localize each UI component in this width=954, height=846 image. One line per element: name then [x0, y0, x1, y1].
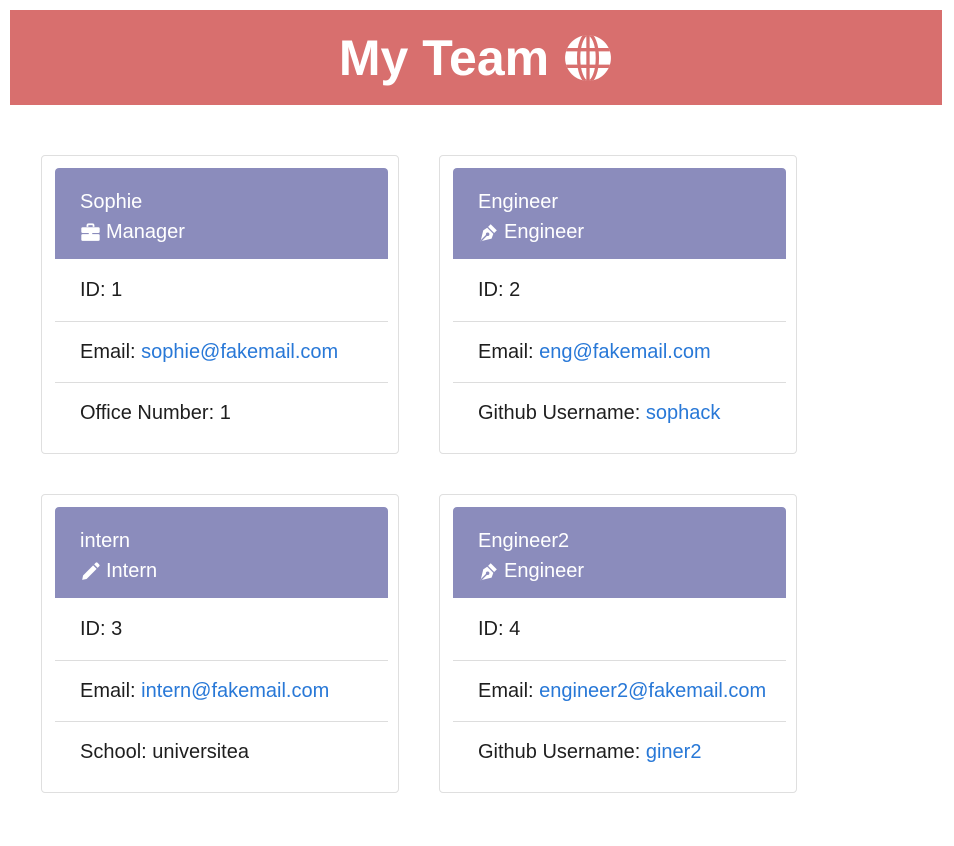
- card-header: Sophie Manager: [55, 168, 388, 259]
- github-label: Github Username:: [478, 740, 646, 763]
- employee-name: Engineer2: [478, 530, 570, 552]
- github-row: Github Username: sophack: [453, 382, 786, 443]
- email-label: Email:: [80, 679, 142, 702]
- id-value: 4: [509, 618, 521, 640]
- email-link[interactable]: eng@fakemail.com: [539, 341, 710, 364]
- school-value: universitea: [152, 740, 249, 763]
- email-label: Email:: [478, 679, 540, 702]
- employee-card-engineer: Engineer Engineer ID: 2 Email: eng@fakem…: [439, 155, 797, 454]
- id-label: ID:: [80, 618, 112, 640]
- id-label: ID:: [80, 279, 112, 301]
- email-link[interactable]: intern@fakemail.com: [141, 680, 329, 703]
- email-row: Email: intern@fakemail.com: [55, 660, 388, 721]
- email-link[interactable]: engineer2@fakemail.com: [539, 680, 766, 703]
- employee-role: Engineer: [478, 217, 786, 247]
- pencil-icon: [82, 561, 100, 580]
- pen-nib-icon: [480, 562, 497, 580]
- id-row: ID: 2: [453, 260, 786, 321]
- employee-role: Manager: [80, 217, 388, 247]
- id-value: 3: [111, 618, 123, 640]
- school-label: School:: [80, 740, 153, 763]
- pen-nib-icon: [480, 223, 497, 241]
- email-row: Email: engineer2@fakemail.com: [453, 660, 786, 721]
- school-row: School: universitea: [55, 721, 388, 782]
- employee-role: Engineer: [478, 556, 786, 586]
- email-row: Email: sophie@fakemail.com: [55, 321, 388, 382]
- email-link[interactable]: sophie@fakemail.com: [141, 341, 338, 364]
- employee-name: Engineer: [478, 191, 559, 213]
- email-row: Email: eng@fakemail.com: [453, 321, 786, 382]
- role-label: Engineer: [504, 221, 585, 243]
- office-number-label: Office Number:: [80, 401, 220, 424]
- employee-card-manager: Sophie Manager ID: 1 Email: sophie@fakem…: [41, 155, 399, 454]
- role-label: Intern: [106, 560, 158, 582]
- id-label: ID:: [478, 279, 510, 301]
- github-link[interactable]: sophack: [646, 402, 721, 425]
- globe-icon: [565, 34, 612, 81]
- card-header: intern Intern: [55, 507, 388, 598]
- employee-name: intern: [80, 530, 131, 552]
- github-link[interactable]: giner2: [646, 741, 702, 764]
- id-row: ID: 1: [55, 260, 388, 321]
- employee-card-engineer2: Engineer2 Engineer ID: 4 Email: engineer…: [439, 494, 797, 793]
- employee-card-intern: intern Intern ID: 3 Email: intern@fakema…: [41, 494, 399, 793]
- page-title: My Team: [338, 29, 550, 86]
- email-label: Email:: [478, 340, 540, 363]
- employee-role: Intern: [80, 556, 388, 586]
- id-row: ID: 4: [453, 599, 786, 660]
- employee-name: Sophie: [80, 191, 143, 213]
- id-value: 1: [111, 279, 123, 301]
- card-header: Engineer Engineer: [453, 168, 786, 259]
- id-value: 2: [509, 279, 521, 301]
- card-header: Engineer2 Engineer: [453, 507, 786, 598]
- github-row: Github Username: giner2: [453, 721, 786, 782]
- github-label: Github Username:: [478, 401, 646, 424]
- email-label: Email:: [80, 340, 142, 363]
- office-number-value: 1: [219, 401, 231, 424]
- role-label: Engineer: [504, 560, 585, 582]
- office-number-row: Office Number: 1: [55, 382, 388, 443]
- role-label: Manager: [106, 221, 185, 243]
- id-row: ID: 3: [55, 599, 388, 660]
- page-header: My Team: [10, 10, 942, 105]
- id-label: ID:: [478, 618, 510, 640]
- briefcase-icon: [81, 222, 100, 241]
